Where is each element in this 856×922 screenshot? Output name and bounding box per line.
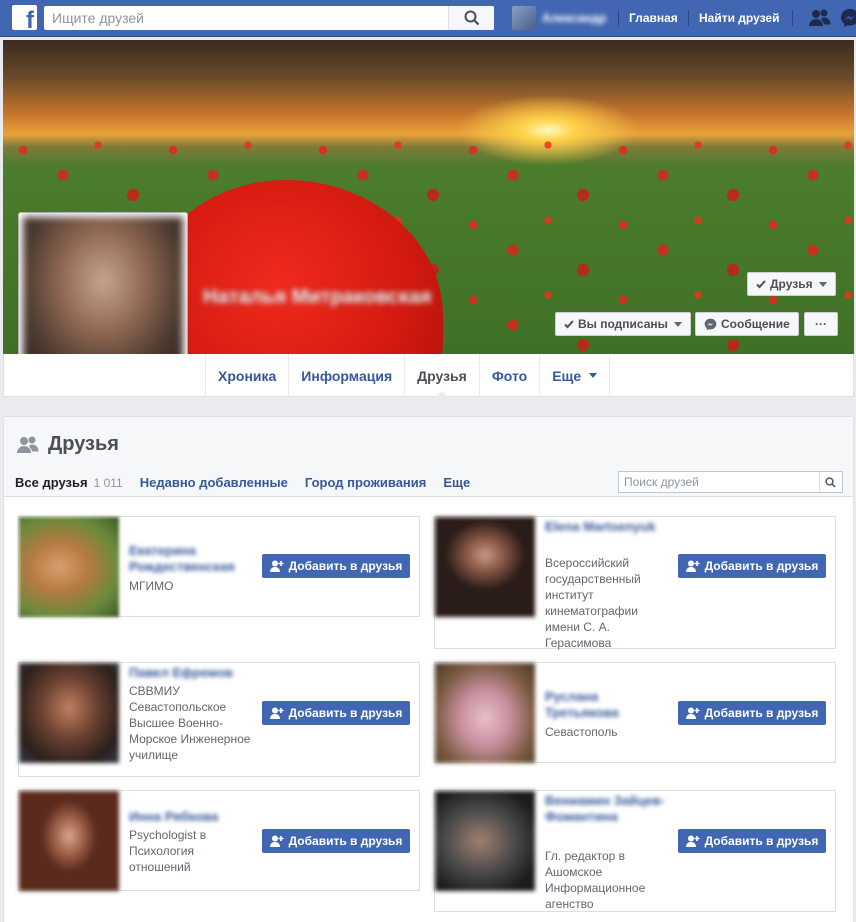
add-friend-icon bbox=[685, 560, 700, 572]
friend-name[interactable]: Elena Martsenyuk bbox=[545, 519, 665, 535]
friend-photo[interactable] bbox=[19, 663, 119, 763]
profile-photo bbox=[23, 217, 183, 377]
message-button[interactable]: Сообщение bbox=[695, 312, 799, 336]
facebook-logo-icon[interactable]: f bbox=[12, 5, 37, 33]
add-friend-button[interactable]: Добавить в друзья bbox=[678, 554, 826, 578]
friend-name[interactable]: Екатерина Рождественская bbox=[129, 543, 249, 575]
add-friend-button[interactable]: Добавить в друзья bbox=[262, 701, 410, 725]
add-friend-icon bbox=[269, 560, 284, 572]
nav-user-name: Александр bbox=[542, 11, 607, 25]
friend-name[interactable]: Вениамин Зайцев-Фомантина bbox=[545, 793, 665, 825]
add-friend-icon bbox=[269, 835, 284, 847]
add-friend-label: Добавить в друзья bbox=[704, 706, 819, 720]
subtab-all-label: Все друзья bbox=[15, 475, 88, 490]
friend-info: МГИМО bbox=[129, 579, 174, 593]
check-icon bbox=[756, 279, 766, 289]
nav-divider bbox=[792, 10, 793, 26]
add-friend-button[interactable]: Добавить в друзья bbox=[262, 829, 410, 853]
friend-name[interactable]: Инна Рябкова bbox=[129, 809, 249, 825]
message-label: Сообщение bbox=[721, 317, 790, 331]
add-friend-icon bbox=[269, 707, 284, 719]
friend-card: Руслана Третьякова Севастополь Добавить … bbox=[434, 662, 836, 763]
search-icon bbox=[464, 10, 480, 26]
timeline-tabs: Хроника Информация Друзья Фото Еще bbox=[205, 354, 611, 398]
subtab-more[interactable]: Еще bbox=[443, 475, 470, 490]
friend-requests-icon[interactable] bbox=[808, 8, 832, 28]
friends-title: Друзья bbox=[48, 433, 119, 455]
following-button[interactable]: Вы подписаны bbox=[555, 312, 691, 336]
friend-info: Гл. редактор в Ашомское Информационное а… bbox=[545, 849, 646, 911]
add-friend-button[interactable]: Добавить в друзья bbox=[262, 554, 410, 578]
chevron-down-icon bbox=[673, 321, 682, 327]
search-icon bbox=[825, 476, 836, 488]
add-friend-button[interactable]: Добавить в друзья bbox=[678, 701, 826, 725]
friend-info: Psychologist в Психология отношений bbox=[129, 828, 207, 874]
friend-name[interactable]: Павел Ефремов bbox=[129, 665, 249, 681]
timeline-nav: Хроника Информация Друзья Фото Еще bbox=[3, 354, 854, 398]
subtab-all-friends[interactable]: Все друзья 1 011 bbox=[15, 475, 123, 490]
friends-search-input[interactable] bbox=[619, 472, 819, 492]
friend-photo[interactable] bbox=[435, 791, 535, 891]
friend-photo[interactable] bbox=[435, 663, 535, 763]
friend-info: Севастополь bbox=[545, 725, 618, 739]
add-friend-label: Добавить в друзья bbox=[288, 706, 403, 720]
friends-subtabs: Все друзья 1 011 Недавно добавленные Горо… bbox=[15, 475, 487, 490]
search-bar bbox=[44, 6, 494, 30]
add-friend-icon bbox=[685, 707, 700, 719]
friend-photo[interactable] bbox=[19, 517, 119, 617]
more-options-button[interactable]: ··· bbox=[804, 312, 838, 336]
friend-photo[interactable] bbox=[19, 791, 119, 891]
friend-info: СВВМИУ Севастопольское Высшее Военно-Мор… bbox=[129, 684, 251, 762]
friends-status-label: Друзья bbox=[770, 277, 813, 291]
friend-photo[interactable] bbox=[435, 517, 535, 617]
profile-name[interactable]: Наталья Митраковская bbox=[203, 284, 432, 310]
friend-card: Вениамин Зайцев-Фомантина Гл. редактор в… bbox=[434, 790, 836, 912]
tab-friends[interactable]: Друзья bbox=[404, 354, 479, 398]
search-button[interactable] bbox=[448, 6, 494, 30]
friends-search-button[interactable] bbox=[819, 472, 841, 492]
friend-card: Екатерина Рождественская МГИМО Добавить … bbox=[18, 516, 420, 617]
home-link[interactable]: Главная bbox=[629, 11, 678, 25]
add-friend-label: Добавить в друзья bbox=[288, 559, 403, 573]
avatar bbox=[512, 6, 536, 30]
nav-profile-link[interactable]: Александр bbox=[512, 6, 606, 30]
friends-panel-header: Друзья Все друзья 1 011 Недавно добавленн… bbox=[4, 417, 853, 497]
tab-photos[interactable]: Фото bbox=[478, 354, 539, 397]
find-friends-link[interactable]: Найти друзей bbox=[699, 11, 779, 25]
add-friend-button[interactable]: Добавить в друзья bbox=[678, 829, 826, 853]
add-friend-label: Добавить в друзья bbox=[704, 559, 819, 573]
tab-more[interactable]: Еще bbox=[539, 354, 611, 397]
add-friend-label: Добавить в друзья bbox=[288, 834, 403, 848]
nav-divider bbox=[618, 10, 619, 26]
chevron-down-icon bbox=[818, 281, 827, 287]
subtab-recently-added[interactable]: Недавно добавленные bbox=[140, 475, 288, 490]
friend-card: Elena Martsenyuk Всероссийский государст… bbox=[434, 516, 836, 650]
top-nav-bar: f Александр Главная Найти друзей bbox=[0, 0, 856, 37]
friends-search-box bbox=[618, 471, 843, 493]
friend-name[interactable]: Руслана Третьякова bbox=[545, 689, 665, 721]
friend-info: Всероссийский государственный институт к… bbox=[545, 556, 641, 650]
friends-icon bbox=[17, 436, 39, 453]
tab-about[interactable]: Информация bbox=[288, 354, 404, 397]
tab-timeline[interactable]: Хроника bbox=[205, 354, 288, 397]
tab-more-label: Еще bbox=[552, 367, 582, 384]
add-friend-label: Добавить в друзья bbox=[704, 834, 819, 848]
friends-status-button[interactable]: Друзья bbox=[747, 272, 836, 296]
nav-divider bbox=[688, 10, 689, 26]
messenger-icon[interactable] bbox=[840, 8, 856, 28]
messenger-icon bbox=[704, 318, 717, 331]
friend-card: Павел Ефремов СВВМИУ Севастопольское Выс… bbox=[18, 662, 420, 777]
friends-heading: Друзья bbox=[16, 433, 119, 456]
subtab-current-city[interactable]: Город проживания bbox=[305, 475, 427, 490]
search-input[interactable] bbox=[44, 6, 444, 30]
more-icon: ··· bbox=[815, 317, 827, 331]
chevron-down-icon bbox=[589, 373, 598, 378]
check-icon bbox=[564, 319, 574, 329]
friends-count: 1 011 bbox=[93, 476, 123, 490]
add-friend-icon bbox=[685, 835, 700, 847]
following-label: Вы подписаны bbox=[578, 317, 668, 331]
friend-card: Инна Рябкова Psychologist в Психология о… bbox=[18, 790, 420, 891]
